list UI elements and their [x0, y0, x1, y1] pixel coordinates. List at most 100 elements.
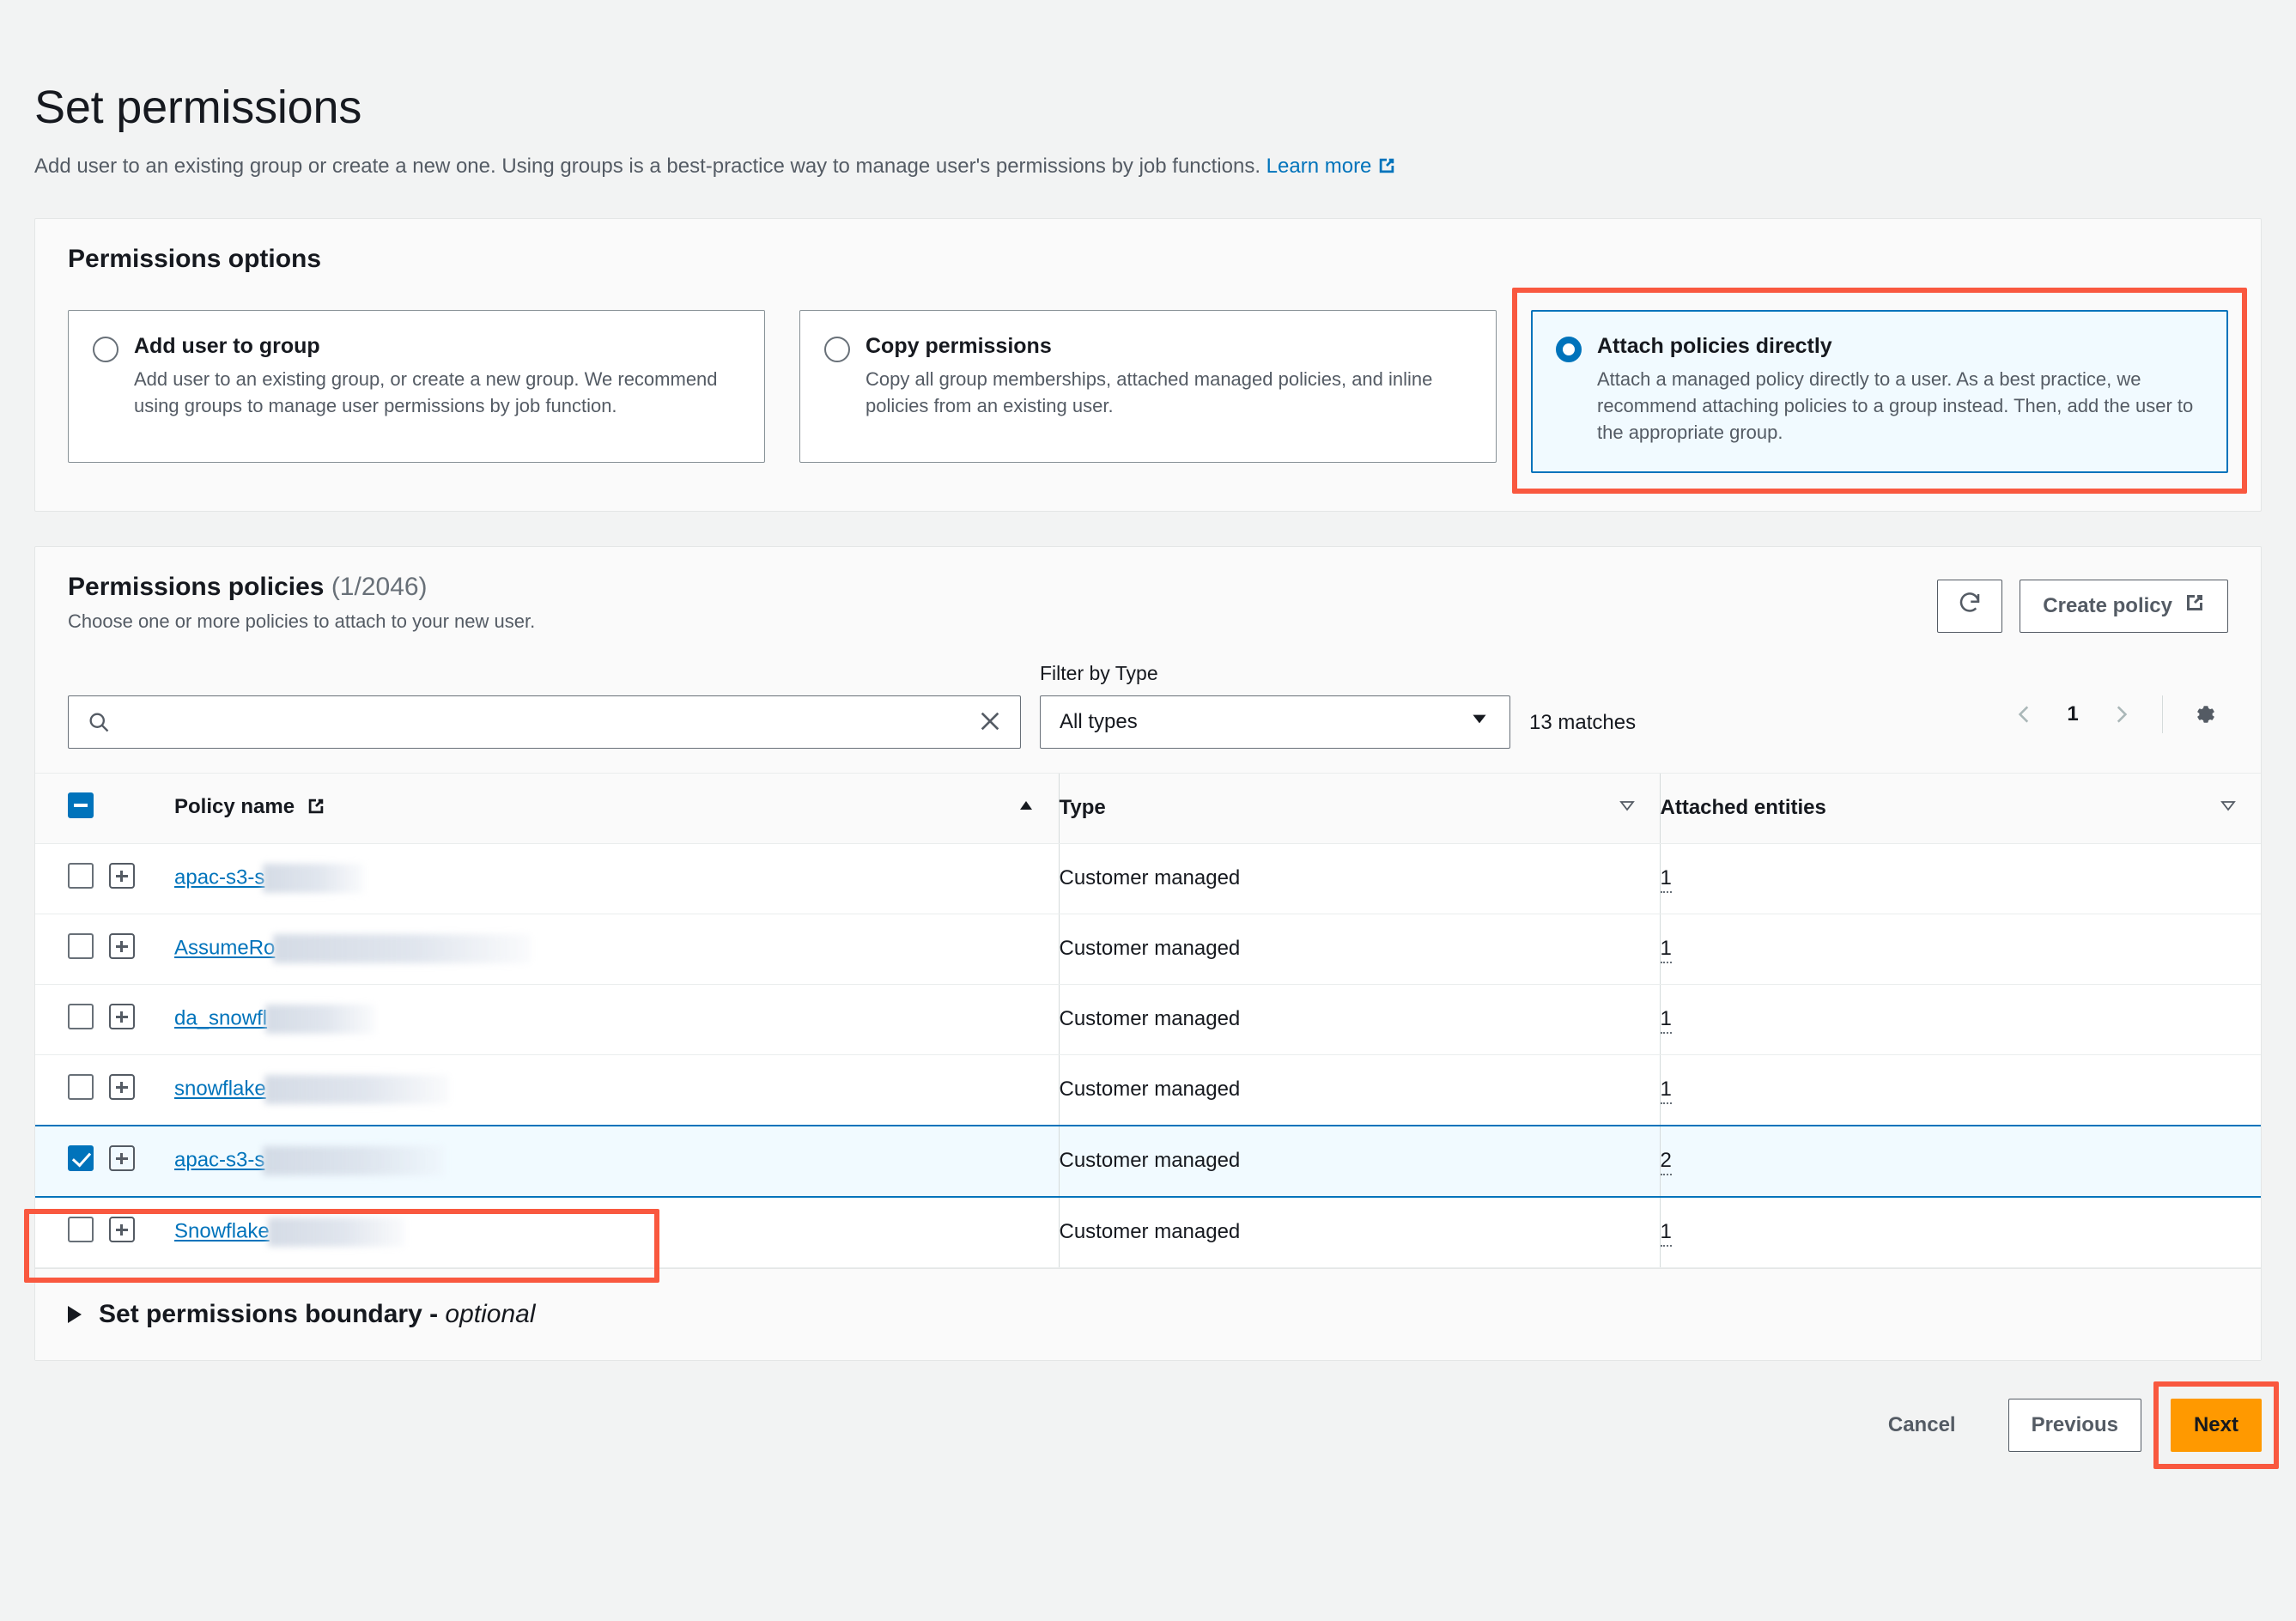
page-title: Set permissions [34, 82, 362, 133]
external-link-icon [1377, 155, 1396, 184]
table-row[interactable]: Snowflake Customer managed 1 [35, 1196, 2261, 1268]
row-policy-name-cell: da_snowfl [174, 984, 1059, 1055]
boundary-optional-label: optional [445, 1299, 536, 1328]
row-expand-cell [109, 984, 174, 1055]
select-all-checkbox[interactable] [68, 792, 94, 818]
header-expand [109, 772, 174, 844]
policies-header: Permissions policies (1/2046) Choose one… [35, 547, 2261, 633]
create-policy-button[interactable]: Create policy [2020, 579, 2228, 633]
row-checkbox[interactable] [68, 862, 94, 889]
search-input[interactable] [68, 695, 1021, 749]
row-attached-cell: 1 [1659, 1054, 2261, 1126]
option-wrap-attach-policies-directly: Attach policies directly Attach a manage… [1512, 287, 2247, 494]
redacted-policy-name [264, 1075, 449, 1105]
row-checkbox-cell [35, 984, 109, 1055]
permissions-options-header: Permissions options [35, 219, 2261, 279]
permissions-policies-container: Permissions policies (1/2046) Choose one… [24, 545, 2262, 1361]
expand-row-icon[interactable] [109, 1144, 135, 1171]
sort-icon[interactable] [2218, 795, 2238, 822]
header-policy-name-label: Policy name [174, 794, 295, 818]
policies-counter: (1/2046) [331, 572, 428, 601]
policies-header-actions: Create policy [1937, 573, 2228, 633]
header-policy-name[interactable]: Policy name [174, 772, 1059, 844]
attached-entities-value[interactable]: 1 [1660, 1220, 1672, 1248]
wizard-footer: Cancel Previous Next [34, 1361, 2279, 1498]
row-policy-name-cell: AssumeRo [174, 914, 1059, 985]
expand-row-icon[interactable] [109, 932, 135, 959]
policy-name-link[interactable]: AssumeRo [174, 937, 275, 960]
attached-entities-value[interactable]: 2 [1660, 1149, 1672, 1176]
next-button[interactable]: Next [2170, 1398, 2262, 1452]
header-select-all [35, 772, 109, 844]
table-row-selected[interactable]: apac-s3-s Customer managed 2 [35, 1124, 2261, 1198]
header-attached-entities[interactable]: Attached entities [1659, 772, 2261, 844]
search-icon [87, 710, 111, 738]
filter-by-type-select[interactable]: All types [1040, 695, 1510, 749]
table-row[interactable]: da_snowfl Customer managed 1 [35, 984, 2261, 1055]
radio-attach-policies-directly[interactable] [1556, 336, 1582, 362]
chevron-down-icon [1468, 707, 1491, 736]
sort-ascending-icon[interactable] [1016, 795, 1036, 822]
row-checkbox[interactable] [68, 1216, 94, 1242]
search-box [68, 695, 1021, 749]
pagination-page-1[interactable]: 1 [2054, 702, 2092, 726]
expand-row-icon[interactable] [109, 1216, 135, 1242]
table-row[interactable]: apac-s3-s Customer managed 1 [35, 843, 2261, 914]
table-preferences-button[interactable] [2180, 690, 2228, 738]
expand-row-icon[interactable] [109, 1073, 135, 1100]
filter-by-type-label: Filter by Type [1040, 661, 1158, 684]
pagination-divider [2162, 695, 2163, 733]
external-link-icon [307, 797, 325, 822]
table-row[interactable]: snowflake Customer managed 1 [35, 1054, 2261, 1126]
header-type-label: Type [1059, 796, 1106, 820]
row-policy-name-cell: Snowflake [174, 1196, 1059, 1268]
option-card-attach-policies-directly[interactable]: Attach policies directly Attach a manage… [1531, 309, 2228, 473]
pagination-next-button[interactable] [2097, 690, 2145, 738]
previous-button[interactable]: Previous [2007, 1398, 2141, 1452]
refresh-button[interactable] [1937, 579, 2003, 633]
redacted-policy-name [265, 1005, 376, 1035]
filter-by-type-value: All types [1060, 709, 1138, 733]
radio-add-user-to-group[interactable] [93, 336, 118, 362]
attached-entities-value[interactable]: 1 [1660, 1007, 1672, 1035]
option-card-copy-permissions[interactable]: Copy permissions Copy all group membersh… [799, 309, 1497, 463]
attached-entities-value[interactable]: 1 [1660, 1078, 1672, 1105]
row-checkbox[interactable] [68, 1144, 94, 1171]
row-checkbox[interactable] [68, 1073, 94, 1100]
policy-name-link[interactable]: Snowflake [174, 1220, 270, 1243]
clear-search-icon[interactable] [976, 707, 1004, 739]
row-type-cell: Customer managed [1058, 984, 1660, 1055]
expand-row-icon[interactable] [109, 862, 135, 889]
set-permissions-page: Set permissions Add user to an existing … [0, 0, 2296, 1621]
permissions-options-container: Permissions options Add user to group Ad… [34, 217, 2262, 512]
redacted-policy-name [263, 864, 365, 894]
row-checkbox-cell [35, 914, 109, 985]
row-checkbox[interactable] [68, 1003, 94, 1029]
cancel-button[interactable]: Cancel [1865, 1399, 1979, 1452]
policy-name-link[interactable]: snowflake [174, 1078, 266, 1101]
option-title-add-user-to-group: Add user to group [134, 333, 320, 358]
permissions-options-title: Permissions options [68, 244, 322, 273]
row-type-cell: Customer managed [1058, 1196, 1660, 1268]
header-type[interactable]: Type [1058, 772, 1660, 844]
attached-entities-value[interactable]: 1 [1660, 866, 1672, 894]
row-attached-cell: 1 [1659, 984, 2261, 1055]
refresh-icon [1957, 590, 1983, 622]
row-checkbox-cell [35, 843, 109, 914]
learn-more-link[interactable]: Learn more [1266, 155, 1397, 178]
row-attached-cell: 1 [1659, 843, 2261, 914]
header-attached-entities-label: Attached entities [1660, 796, 1826, 820]
expand-row-icon[interactable] [109, 1003, 135, 1029]
policy-name-link[interactable]: apac-s3-s [174, 1149, 264, 1172]
row-expand-cell [109, 1054, 174, 1126]
table-row[interactable]: AssumeRo Customer managed 1 [35, 914, 2261, 985]
pagination-previous-button[interactable] [2001, 690, 2049, 738]
row-checkbox[interactable] [68, 932, 94, 959]
option-card-add-user-to-group[interactable]: Add user to group Add user to an existin… [68, 309, 765, 463]
sort-icon[interactable] [1617, 795, 1637, 822]
policy-name-link[interactable]: da_snowfl [174, 1007, 267, 1030]
radio-copy-permissions[interactable] [824, 336, 850, 362]
attached-entities-value[interactable]: 1 [1660, 937, 1672, 964]
set-permissions-boundary-section[interactable]: Set permissions boundary - optional [35, 1267, 2261, 1360]
policy-name-link[interactable]: apac-s3-s [174, 866, 264, 889]
